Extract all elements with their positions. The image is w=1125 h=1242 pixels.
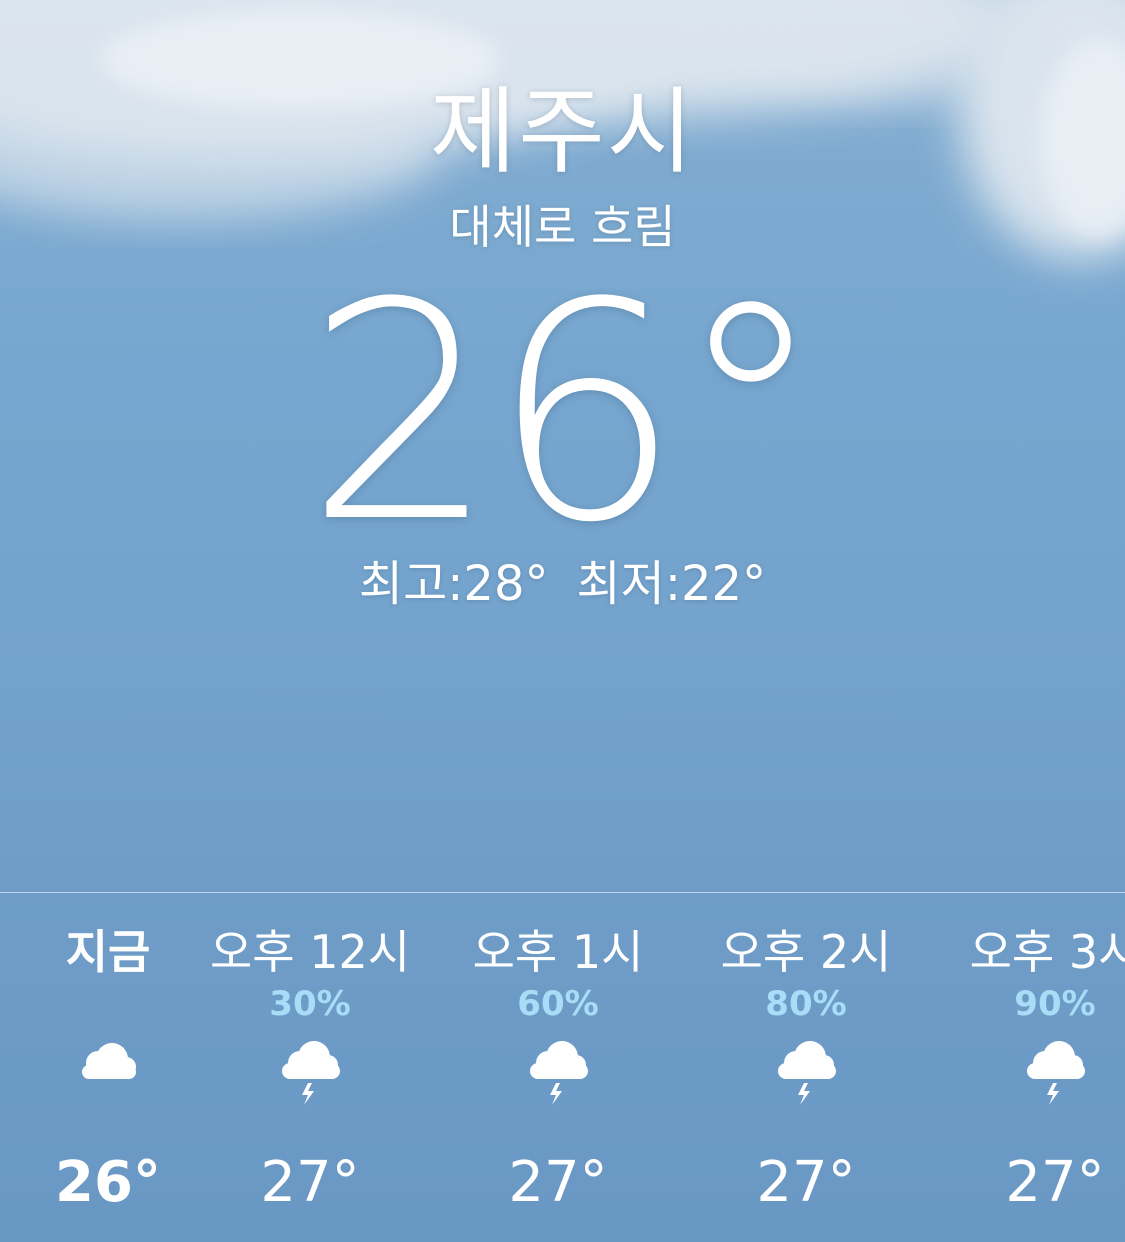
hour-label: 오후 1시	[472, 925, 644, 979]
hourly-item: 오후 12시 30% 27°	[190, 893, 430, 1242]
high-low-temperature: 최고:28° 최저:22°	[0, 552, 1125, 616]
thunderstorm-icon	[1027, 1041, 1085, 1105]
thunderstorm-icon	[282, 1041, 340, 1105]
thunderstorm-icon	[530, 1041, 588, 1105]
hour-label: 오후 2시	[720, 925, 892, 979]
hourly-item: 오후 2시 80% 27°	[686, 893, 926, 1242]
low-temperature: 최저:22°	[576, 556, 767, 612]
cloud-icon	[82, 1043, 136, 1079]
hour-temperature: 27°	[508, 1150, 608, 1215]
hour-temperature: 27°	[756, 1150, 856, 1215]
hourly-forecast[interactable]: 지금 26° 오후 12시 30% 27° 오후 1시 60% 27° 오후 2…	[0, 893, 1125, 1242]
high-temperature: 최고:28°	[358, 556, 549, 612]
hour-temperature: 27°	[1005, 1150, 1105, 1215]
precip-chance: 80%	[765, 984, 847, 1024]
precip-chance: 60%	[517, 984, 599, 1024]
thunderstorm-icon	[778, 1041, 836, 1105]
hour-label: 오후 3시	[969, 925, 1125, 979]
precip-chance: 90%	[1014, 984, 1096, 1024]
precip-chance: 30%	[269, 984, 351, 1024]
hour-temperature: 27°	[260, 1150, 360, 1215]
hourly-item: 오후 3시 90% 27°	[935, 893, 1125, 1242]
current-temperature: 26°	[305, 239, 826, 588]
city-name: 제주시	[429, 78, 696, 187]
hour-label: 오후 12시	[209, 925, 411, 979]
hourly-item: 오후 1시 60% 27°	[438, 893, 678, 1242]
